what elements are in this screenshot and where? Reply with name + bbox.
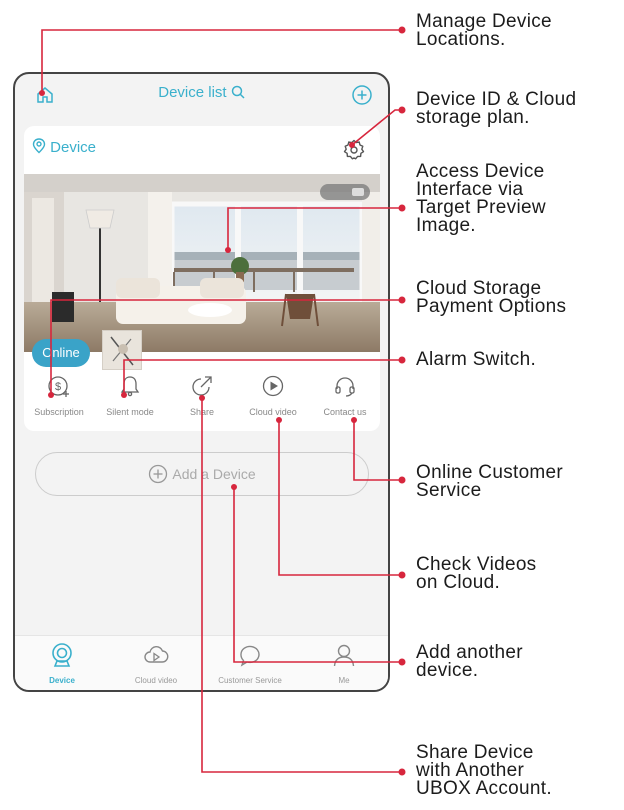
callout-line: Service xyxy=(416,480,482,501)
callout-dot xyxy=(398,658,406,666)
callout-dot xyxy=(225,247,231,253)
leader-device-interface xyxy=(227,207,402,250)
callout-dot xyxy=(398,296,406,304)
callout-line: storage plan. xyxy=(416,107,530,128)
callout-dot xyxy=(398,571,406,579)
callout-cloud-videos: Check Videos on Cloud. xyxy=(416,555,537,593)
callout-line: device. xyxy=(416,660,479,681)
callout-line: UBOX Account. xyxy=(416,778,552,799)
callout-dot xyxy=(231,484,237,490)
callout-line: Image. xyxy=(416,215,476,236)
callout-dot xyxy=(398,106,406,114)
callout-alarm-switch: Alarm Switch. xyxy=(416,349,537,370)
callout-add-device: Add another device. xyxy=(416,643,523,681)
callout-customer-service: Online Customer Service xyxy=(416,463,563,501)
callout-manage-locations: Manage Device Locations. xyxy=(416,12,552,50)
callout-dot xyxy=(199,395,205,401)
leader-payment-options xyxy=(50,299,402,395)
leader-alarm-switch xyxy=(123,359,402,395)
callout-device-interface: Access Device Interface via Target Previ… xyxy=(416,162,546,236)
callout-dot xyxy=(121,392,127,398)
callout-dot xyxy=(39,90,45,96)
callout-dot xyxy=(398,356,406,364)
callout-line: Alarm Switch. xyxy=(416,349,537,370)
callout-payment-options: Cloud Storage Payment Options xyxy=(416,279,567,317)
callout-dot xyxy=(48,392,54,398)
leader-customer-service xyxy=(353,420,402,481)
callout-dot xyxy=(398,26,406,34)
leader-cloud-videos xyxy=(278,420,402,576)
callout-dot xyxy=(398,204,406,212)
leader-device-id xyxy=(351,109,402,146)
callout-dot xyxy=(351,417,357,423)
callout-line: on Cloud. xyxy=(416,572,501,593)
callout-line: Payment Options xyxy=(416,296,567,317)
callout-dot xyxy=(276,417,282,423)
callout-dot xyxy=(349,142,355,148)
leader-share-device xyxy=(201,398,402,773)
leader-manage-locations xyxy=(41,29,402,93)
callout-dot xyxy=(398,768,406,776)
callout-dot xyxy=(398,476,406,484)
callout-device-id: Device ID & Cloud storage plan. xyxy=(416,90,576,128)
callout-share-device: Share Device with Another UBOX Account. xyxy=(416,743,552,799)
callout-line: Locations. xyxy=(416,29,506,50)
